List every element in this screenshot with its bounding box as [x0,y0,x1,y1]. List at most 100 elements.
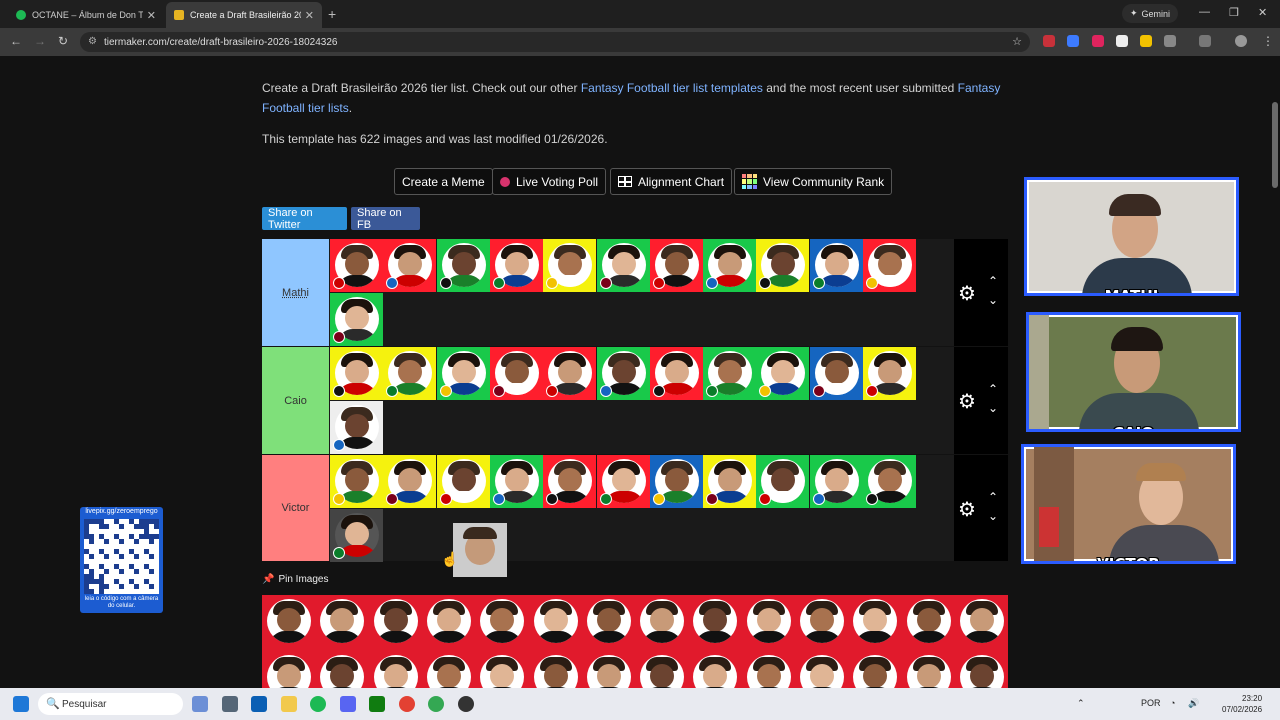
player-image[interactable] [422,651,475,688]
player-image[interactable] [848,651,901,688]
spotify-icon[interactable] [310,696,326,712]
player-image[interactable] [742,651,795,688]
player-image[interactable] [809,239,863,292]
close-window-icon[interactable]: ✕ [1258,6,1267,19]
player-image[interactable] [596,455,650,508]
obs-icon[interactable] [458,696,474,712]
extension-icon[interactable] [1116,35,1128,47]
chevron-up-icon[interactable]: ⌃ [988,274,998,288]
player-image[interactable] [863,455,916,508]
tier-label[interactable]: Victor [262,455,329,561]
volume-icon[interactable]: 🔊 [1188,698,1199,709]
minimize-icon[interactable]: — [1199,6,1210,18]
player-image[interactable] [848,595,901,648]
player-image[interactable] [703,239,757,292]
tab-octane[interactable]: OCTANE – Álbum de Don Toliver ✕ [8,2,164,28]
player-image[interactable] [596,347,650,400]
player-image[interactable] [529,595,582,648]
alignment-chart-button[interactable]: Alignment Chart [610,168,733,195]
settings-icon[interactable] [222,696,238,712]
chrome-icon[interactable] [399,696,415,712]
live-voting-poll-button[interactable]: Live Voting Poll [492,168,607,195]
chevron-up-icon[interactable]: ⌃ [988,382,998,396]
player-image[interactable] [902,651,955,688]
chrome-profile-icon[interactable] [428,696,444,712]
player-image[interactable] [756,239,810,292]
player-image[interactable] [262,651,315,688]
file-explorer-icon[interactable] [281,696,297,712]
gear-icon[interactable]: ⚙ [958,497,976,522]
player-image[interactable] [688,595,741,648]
chevron-down-icon[interactable]: ⌄ [988,509,998,523]
discord-icon[interactable] [340,696,356,712]
view-community-rank-button[interactable]: View Community Rank [734,168,893,195]
puzzle-icon[interactable] [1164,35,1176,47]
player-image[interactable] [649,455,703,508]
menu-icon[interactable]: ⋮ [1262,34,1274,48]
create-meme-button[interactable]: Create a Meme [394,168,493,195]
extension-icon[interactable] [1067,35,1079,47]
profile-avatar[interactable] [1235,35,1247,47]
gemini-button[interactable]: ✦ Gemini [1122,4,1179,23]
player-image[interactable] [330,347,383,400]
share-twitter-button[interactable]: Share on Twitter [262,207,347,231]
player-image[interactable] [262,595,315,648]
player-image[interactable] [422,595,475,648]
tray-chevron-icon[interactable]: ⌃ [1077,698,1085,709]
player-image[interactable] [649,239,703,292]
player-image[interactable] [582,595,635,648]
chevron-down-icon[interactable]: ⌄ [988,293,998,307]
player-image[interactable] [436,239,490,292]
player-image[interactable] [955,595,1008,648]
player-image[interactable] [703,455,757,508]
player-image[interactable] [795,651,848,688]
side-panel-icon[interactable] [1199,35,1211,47]
pin-images-toggle[interactable]: 📌 Pin Images [262,574,328,585]
player-image[interactable] [649,347,703,400]
player-image[interactable] [315,595,368,648]
player-image[interactable] [902,595,955,648]
tab-tiermaker[interactable]: Create a Draft Brasileirão 2026 ✕ [166,2,322,28]
chevron-up-icon[interactable]: ⌃ [988,490,998,504]
player-image[interactable] [742,595,795,648]
forward-icon[interactable]: → [34,34,46,48]
xbox-icon[interactable] [369,696,385,712]
player-image[interactable] [688,651,741,688]
bookmark-star-icon[interactable]: ☆ [1012,35,1022,48]
reload-icon[interactable]: ↻ [58,34,68,48]
player-image[interactable] [863,239,916,292]
player-image[interactable] [582,651,635,688]
player-image[interactable] [436,347,490,400]
player-image[interactable] [543,239,597,292]
player-image[interactable] [475,595,528,648]
extension-icon[interactable] [1092,35,1104,47]
close-tab-icon[interactable]: ✕ [305,9,314,22]
player-image[interactable] [475,651,528,688]
player-image[interactable] [330,455,383,508]
language-indicator[interactable]: POR [1141,698,1161,708]
tier-label[interactable]: Mathi [262,239,329,346]
player-image[interactable] [809,347,863,400]
wifi-icon[interactable]: ◔ [1170,698,1175,708]
player-image[interactable] [369,651,422,688]
player-image[interactable] [315,651,368,688]
tier-label[interactable]: Caio [262,347,329,454]
player-image[interactable] [596,239,650,292]
player-image[interactable] [635,595,688,648]
player-image[interactable] [529,651,582,688]
chevron-down-icon[interactable]: ⌄ [988,401,998,415]
extension-icon[interactable] [1043,35,1055,47]
player-image[interactable] [809,455,863,508]
player-image[interactable] [543,455,597,508]
player-image[interactable] [756,347,810,400]
gear-icon[interactable]: ⚙ [958,389,976,414]
player-image[interactable] [635,651,688,688]
player-image[interactable] [369,595,422,648]
player-image[interactable] [863,347,916,400]
player-image[interactable] [489,347,543,400]
snipping-tool-icon[interactable] [192,696,208,712]
clock[interactable]: 23:20 07/02/2026 [1222,693,1262,715]
new-tab-button[interactable]: + [328,6,336,22]
page-scrollbar[interactable] [1272,102,1278,188]
player-image[interactable] [703,347,757,400]
